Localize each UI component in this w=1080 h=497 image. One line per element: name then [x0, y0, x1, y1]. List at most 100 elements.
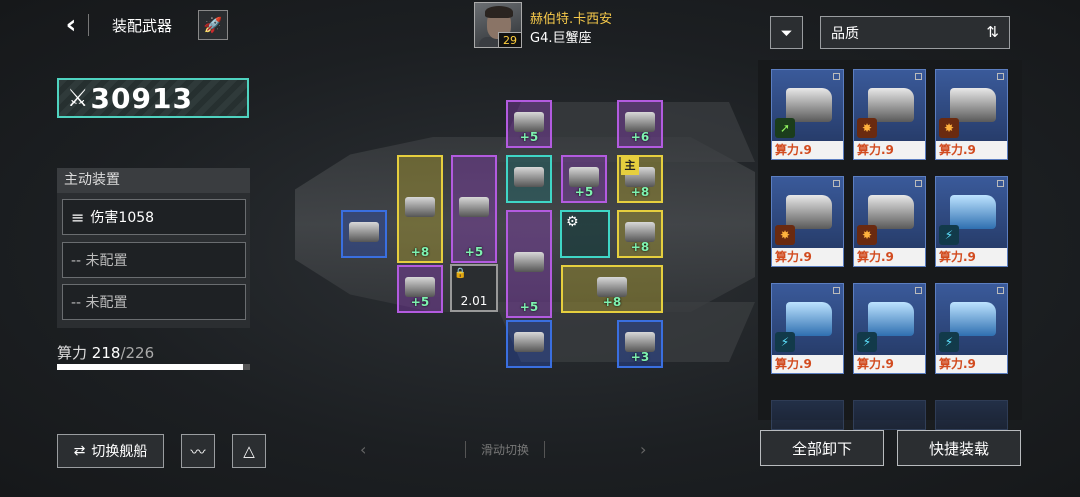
card-power-label: 算力.9: [936, 355, 1007, 373]
module-bonus: +8: [630, 240, 650, 254]
card-power-label: 算力.9: [772, 355, 843, 373]
card-corner-icon: [997, 180, 1004, 187]
element-icon: ✸: [775, 225, 795, 245]
main-weapon-tag: 主: [621, 157, 639, 175]
card-corner-icon: [915, 180, 922, 187]
active-slot-2[interactable]: -- 未配置: [62, 242, 246, 278]
unequip-all-button[interactable]: 全部卸下: [760, 430, 884, 466]
crossed-swords-icon: ⚔: [67, 84, 89, 112]
edit-button[interactable]: 🚀: [198, 10, 228, 40]
weapon-card[interactable]: [935, 400, 1008, 430]
active-slot-3[interactable]: -- 未配置: [62, 284, 246, 320]
pilot-level: 29: [498, 32, 522, 48]
weapon-card[interactable]: ✸ 算力.9: [853, 176, 926, 267]
card-power-label: 算力.9: [936, 141, 1007, 159]
weapon-card[interactable]: ⚡ 算力.9: [771, 283, 844, 374]
card-power-label: 算力.9: [772, 141, 843, 159]
filter-button[interactable]: ⏷: [770, 16, 803, 49]
card-corner-icon: [833, 180, 840, 187]
ship-module-slot[interactable]: +6: [617, 100, 663, 148]
target-button[interactable]: △: [232, 434, 266, 468]
ship-module-slot[interactable]: +5: [506, 210, 552, 318]
weapon-card[interactable]: ⚡ 算力.9: [935, 176, 1008, 267]
weapon-card[interactable]: ✸ 算力.9: [935, 69, 1008, 160]
module-bonus: +6: [630, 130, 650, 144]
ship-module-slot[interactable]: [506, 155, 552, 203]
ship-module-slot[interactable]: +5: [451, 155, 497, 263]
turret-icon: [514, 252, 544, 272]
locked-module[interactable]: 🔒 2.01: [450, 264, 498, 312]
gear-icon: ⚙: [566, 214, 579, 230]
combat-power-value: 30913: [90, 81, 193, 115]
ship-module-slot[interactable]: [341, 210, 387, 258]
waveform-button[interactable]: 〰: [181, 434, 215, 468]
weapon-card[interactable]: ✸ 算力.9: [771, 176, 844, 267]
swap-icon: ⇄: [73, 443, 86, 459]
element-icon: ➚: [775, 118, 795, 138]
calc-power-max: 226: [125, 344, 155, 362]
swipe-left-icon[interactable]: ‹: [360, 440, 366, 459]
active-devices-header: 主动装置: [57, 168, 250, 193]
ship-module-slot[interactable]: +8: [617, 210, 663, 258]
back-button[interactable]: ‹: [58, 10, 84, 40]
turret-icon: [597, 277, 627, 297]
chevron-left-icon: ‹: [65, 10, 77, 40]
turret-icon: [625, 332, 655, 352]
module-bonus: +5: [519, 130, 539, 144]
module-bonus: +5: [464, 245, 484, 259]
slash-icon: ≡: [71, 207, 85, 227]
turret-icon: [514, 112, 544, 132]
ship-module-slot[interactable]: +8: [397, 155, 443, 263]
quick-load-button[interactable]: 快捷装载: [897, 430, 1021, 466]
active-slot-label: -- 未配置: [71, 253, 128, 269]
turret-icon: [459, 197, 489, 217]
weapon-icon: [950, 195, 996, 229]
turret-icon: [625, 112, 655, 132]
element-icon: ⚡: [939, 225, 959, 245]
active-slot-1[interactable]: ≡ 伤害1058: [62, 199, 246, 235]
card-corner-icon: [915, 287, 922, 294]
weapon-icon: [868, 195, 914, 229]
card-power-label: 算力.9: [854, 141, 925, 159]
weapon-icon: [868, 302, 914, 336]
weapon-card[interactable]: ➚ 算力.9: [771, 69, 844, 160]
rocket-icon: 🚀: [203, 16, 223, 34]
module-bonus: +5: [574, 185, 594, 199]
ship-module-slot[interactable]: +8: [561, 265, 663, 313]
quality-sort-label: 品质: [831, 25, 859, 42]
turret-icon: [514, 167, 544, 187]
sort-icon: ⇅: [986, 23, 999, 41]
ship-module-slot[interactable]: [506, 320, 552, 368]
weapon-card[interactable]: [771, 400, 844, 430]
ship-module-slot[interactable]: +5: [397, 265, 443, 313]
turret-icon: [625, 222, 655, 242]
quality-sort-select[interactable]: 品质 ⇅: [820, 16, 1010, 49]
card-corner-icon: [833, 287, 840, 294]
card-power-label: 算力.9: [936, 248, 1007, 266]
weapon-icon: [868, 88, 914, 122]
swipe-hint: 滑动切换: [465, 441, 545, 458]
module-bonus: +5: [519, 300, 539, 314]
inventory-panel[interactable]: ➚ 算力.9 ✸ 算力.9 ✸ 算力.9 ✸ 算力.9 ✸ 算力.9 ⚡ 算力.9 ⚡ 算力.9 ⚡ 算力.9…: [758, 60, 1022, 430]
weapon-icon: [950, 88, 996, 122]
card-corner-icon: [997, 287, 1004, 294]
ship-module-slot[interactable]: +5: [561, 155, 607, 203]
swipe-right-icon[interactable]: ›: [640, 440, 646, 459]
turret-icon: [405, 277, 435, 297]
pilot-name: 赫伯特.卡西安: [530, 12, 613, 27]
card-power-label: 算力.9: [854, 248, 925, 266]
module-bonus: +5: [410, 295, 430, 309]
weapon-card[interactable]: ✸ 算力.9: [853, 69, 926, 160]
ship-core-module[interactable]: ⚙: [560, 210, 610, 258]
ship-module-slot[interactable]: +5: [506, 100, 552, 148]
module-bonus: +8: [410, 245, 430, 259]
weapon-card[interactable]: [853, 400, 926, 430]
ship-module-slot[interactable]: +3: [617, 320, 663, 368]
weapon-card[interactable]: ⚡ 算力.9: [935, 283, 1008, 374]
card-corner-icon: [997, 73, 1004, 80]
filter-icon: ⏷: [780, 23, 793, 42]
switch-ship-button[interactable]: ⇄ 切换舰船: [57, 434, 164, 468]
turret-icon: [569, 167, 599, 187]
element-icon: ⚡: [775, 332, 795, 352]
weapon-card[interactable]: ⚡ 算力.9: [853, 283, 926, 374]
